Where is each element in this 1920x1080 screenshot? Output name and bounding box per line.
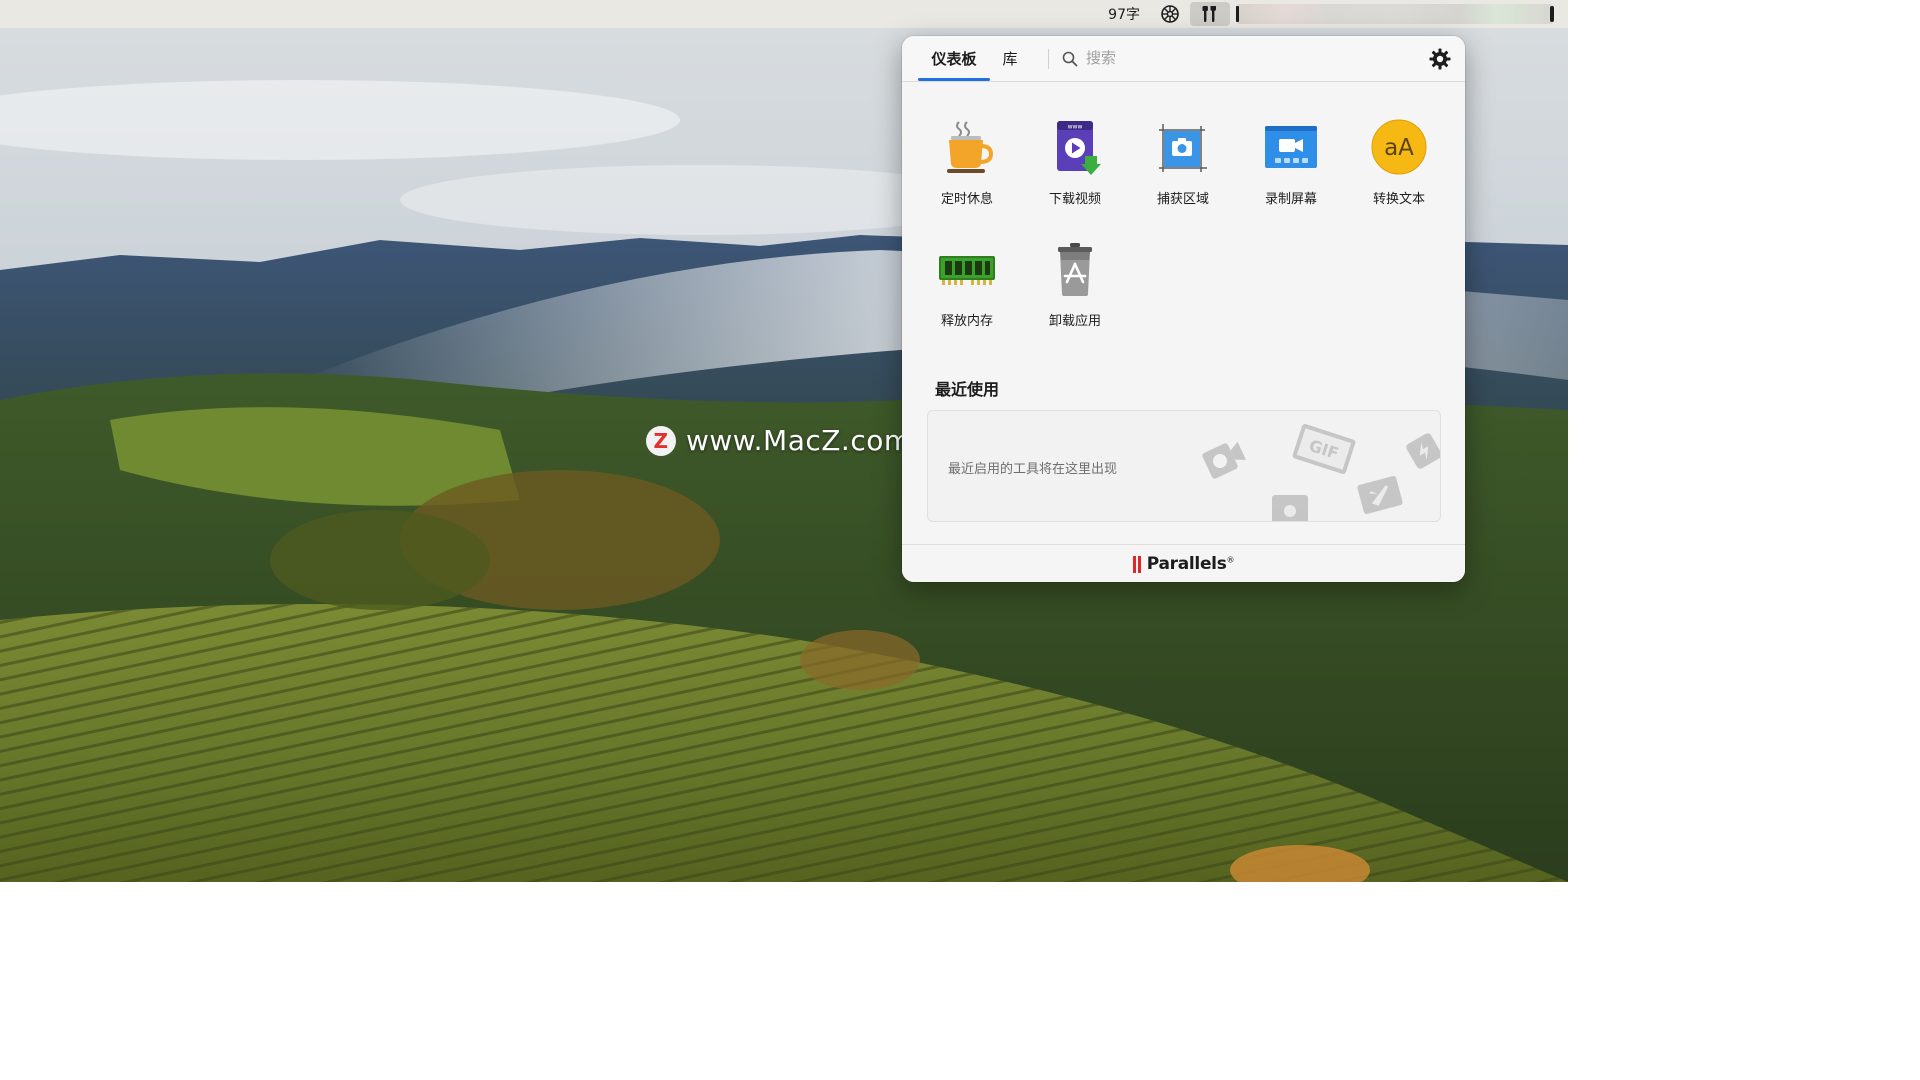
menu-bar: 97字 (0, 0, 1568, 28)
tool-label: 录制屏幕 (1264, 192, 1317, 207)
tool-convert-text[interactable]: aA 转换文本 (1349, 118, 1449, 218)
watermark-badge: Z (646, 425, 676, 456)
desktop: 97字 Z www.MacZ.com 仪表板 库 搜索 定时休息 www 下载视… (0, 0, 1568, 882)
parallels-logo-text: Parallels® (1146, 554, 1235, 574)
convert-text-glyph: aA (1384, 135, 1414, 161)
tool-label: 下载视频 (1048, 192, 1101, 207)
search-icon (1062, 51, 1078, 67)
tool-uninstall-app[interactable]: 卸载应用 (1025, 240, 1125, 340)
panel-footer: Parallels® (902, 544, 1465, 582)
toolbox-icon (1202, 6, 1216, 22)
toolbox-icon-item[interactable] (1190, 2, 1230, 26)
tool-label: 定时休息 (940, 192, 993, 207)
app-icon-item[interactable] (1150, 0, 1190, 28)
app-icon (1161, 5, 1179, 23)
parallels-logo[interactable]: Parallels® (1132, 554, 1235, 574)
word-count-item[interactable]: 97字 (1098, 0, 1150, 28)
recent-empty-text: 最近启用的工具将在这里出现 (948, 462, 1118, 477)
uninstall-app-icon (1058, 243, 1092, 296)
toolbox-panel: 仪表板 库 搜索 定时休息 www 下载视频 捕获区域 录制屏幕 aA 转换文本… (902, 36, 1465, 582)
tool-capture-area[interactable]: 捕获区域 (1133, 118, 1233, 218)
tool-break-time[interactable]: 定时休息 (917, 118, 1017, 218)
capture-area-icon (1159, 124, 1207, 172)
tab-library[interactable]: 库 (996, 36, 1024, 81)
tool-free-memory[interactable]: 释放内存 (917, 240, 1017, 340)
word-count-text: 97字 (1108, 7, 1140, 23)
recent-title: 最近使用 (935, 380, 1000, 399)
airplane-placeholder-icon (1357, 476, 1403, 514)
convert-text-icon: aA (1371, 119, 1427, 175)
tool-label: 卸载应用 (1048, 314, 1101, 329)
tool-label: 释放内存 (940, 314, 993, 329)
svg-text:www: www (1068, 124, 1083, 131)
blurred-status-icons (1236, 4, 1554, 24)
tab-dashboard[interactable]: 仪表板 (918, 36, 990, 81)
flash-placeholder-icon (1406, 433, 1440, 469)
tool-download-video[interactable]: www 下载视频 (1025, 118, 1125, 218)
recent-tools-box: 最近启用的工具将在这里出现 GIF (927, 410, 1441, 522)
coffee-cup-icon (947, 121, 994, 173)
panel-header: 仪表板 库 (902, 36, 1465, 82)
tool-record-screen[interactable]: 录制屏幕 (1241, 118, 1341, 218)
search-input[interactable] (1086, 46, 1386, 70)
video-placeholder-icon (1202, 441, 1246, 479)
tool-label: 转换文本 (1372, 192, 1425, 207)
recent-placeholder-art: GIF (1202, 424, 1440, 521)
gif-placeholder-icon: GIF (1292, 424, 1356, 474)
camera-placeholder-icon (1272, 495, 1308, 521)
parallels-logo-icon (1132, 555, 1143, 573)
memory-icon (939, 256, 995, 285)
header-divider (1048, 49, 1049, 69)
watermark-text: www.MacZ.com (686, 424, 912, 457)
tool-label: 捕获区域 (1156, 192, 1209, 207)
gear-icon[interactable] (1428, 47, 1452, 71)
record-screen-icon (1265, 126, 1317, 168)
watermark: Z www.MacZ.com (646, 424, 912, 457)
download-video-icon: www (1057, 121, 1101, 175)
